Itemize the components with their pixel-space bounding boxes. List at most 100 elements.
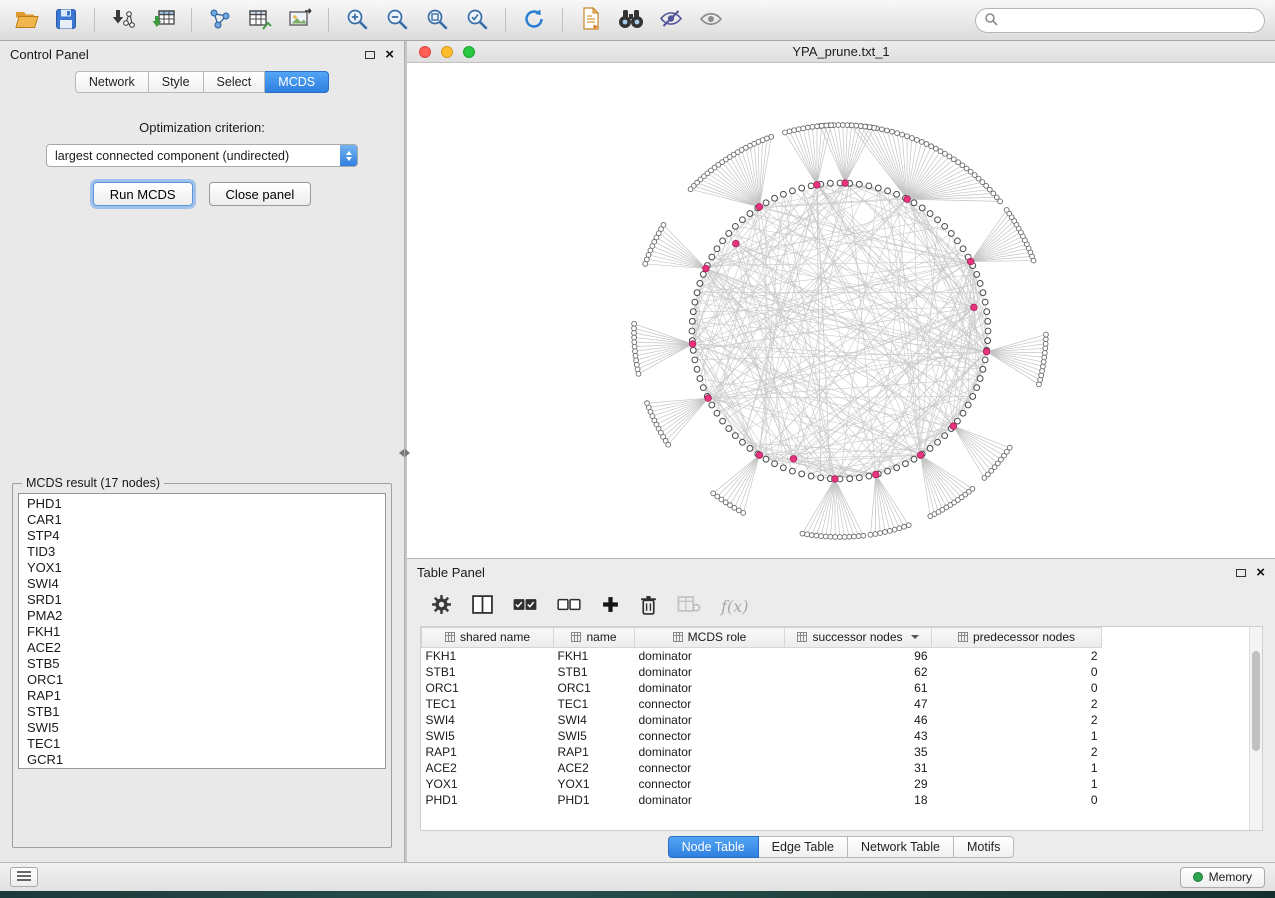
mcds-result-item[interactable]: SRD1 <box>19 592 385 608</box>
mcds-result-item[interactable]: STB1 <box>19 704 385 720</box>
float-icon <box>1236 569 1246 577</box>
tab-style[interactable]: Style <box>149 71 204 93</box>
checked-checkboxes-icon <box>513 598 537 614</box>
table-row[interactable]: ACE2ACE2connector311 <box>422 760 1102 776</box>
mcds-result-item[interactable]: STB5 <box>19 656 385 672</box>
mcds-result-item[interactable]: PHD1 <box>19 496 385 512</box>
delete-table-button-disabled[interactable] <box>677 596 701 616</box>
tab-mcds[interactable]: MCDS <box>265 71 329 93</box>
column-header-shared-name[interactable]: shared name <box>422 628 554 648</box>
tab-motifs[interactable]: Motifs <box>954 836 1014 858</box>
table-row[interactable]: FKH1FKH1dominator962 <box>422 648 1102 664</box>
mcds-result-item[interactable]: SWI5 <box>19 720 385 736</box>
tab-node-table[interactable]: Node Table <box>668 836 759 858</box>
deselect-all-rows-button[interactable] <box>557 598 581 614</box>
import-network-icon <box>111 8 135 33</box>
mcds-result-item[interactable]: YOX1 <box>19 560 385 576</box>
function-builder-button[interactable]: f(x) <box>721 597 748 616</box>
open-session-button[interactable] <box>6 4 46 36</box>
zoom-selected-button[interactable] <box>457 4 497 36</box>
column-header-successor-nodes[interactable]: successor nodes <box>785 628 932 648</box>
memory-button[interactable]: Memory <box>1180 867 1265 888</box>
tab-network[interactable]: Network <box>75 71 149 93</box>
mcds-result-item[interactable]: STP4 <box>19 528 385 544</box>
window-close-button[interactable] <box>419 46 431 58</box>
float-table-panel-button[interactable] <box>1236 569 1246 577</box>
tab-edge-table[interactable]: Edge Table <box>759 836 848 858</box>
column-header-predecessor-nodes[interactable]: predecessor nodes <box>932 628 1102 648</box>
mcds-result-item[interactable]: TEC1 <box>19 736 385 752</box>
import-network-button[interactable] <box>103 4 143 36</box>
mcds-result-item[interactable]: SWI4 <box>19 576 385 592</box>
mcds-result-item[interactable]: ACE2 <box>19 640 385 656</box>
table-scrollbar[interactable] <box>1249 627 1262 830</box>
zoom-fit-icon <box>425 7 449 34</box>
show-columns-button[interactable] <box>472 595 493 617</box>
close-table-panel-button[interactable]: × <box>1256 568 1265 578</box>
desktop-wallpaper-strip <box>0 891 1275 898</box>
panel-splitter[interactable] <box>405 41 407 862</box>
mcds-result-item[interactable]: RAP1 <box>19 688 385 704</box>
mcds-result-item[interactable]: FKH1 <box>19 624 385 640</box>
mcds-result-item[interactable]: CAR1 <box>19 512 385 528</box>
table-row[interactable]: SWI5SWI5connector431 <box>422 728 1102 744</box>
table-row[interactable]: STB1STB1dominator620 <box>422 664 1102 680</box>
right-column: YPA_prune.txt_1 Table Panel × <box>407 41 1275 862</box>
select-all-rows-button[interactable] <box>513 598 537 614</box>
refresh-button[interactable] <box>514 4 554 36</box>
import-table-button[interactable] <box>143 4 183 36</box>
table-row[interactable]: SWI4SWI4dominator462 <box>422 712 1102 728</box>
scrollbar-thumb[interactable] <box>1252 651 1260 751</box>
window-zoom-button[interactable] <box>463 46 475 58</box>
table-toolbar: f(x) <box>407 586 1275 626</box>
zoom-out-button[interactable] <box>377 4 417 36</box>
zoom-in-button[interactable] <box>337 4 377 36</box>
criterion-dropdown[interactable]: largest connected component (undirected) <box>46 144 358 167</box>
column-header-name[interactable]: name <box>554 628 635 648</box>
tab-select[interactable]: Select <box>204 71 266 93</box>
mcds-result-item[interactable]: ORC1 <box>19 672 385 688</box>
mcds-result-item[interactable]: PMA2 <box>19 608 385 624</box>
search-input[interactable] <box>1004 13 1256 27</box>
tab-network-table[interactable]: Network Table <box>848 836 954 858</box>
splitter-collapse-icon[interactable] <box>399 449 410 457</box>
list-icon <box>16 870 32 885</box>
task-history-button[interactable] <box>10 867 38 887</box>
network-table-button[interactable] <box>240 4 280 36</box>
mcds-result-title: MCDS result (17 nodes) <box>22 476 164 490</box>
float-panel-button[interactable] <box>365 51 375 59</box>
table-row[interactable]: PHD1PHD1dominator180 <box>422 792 1102 808</box>
hide-annotations-button[interactable] <box>651 4 691 36</box>
window-minimize-button[interactable] <box>441 46 453 58</box>
network-view[interactable] <box>407 63 1275 558</box>
control-panel-tabs: Network Style Select MCDS <box>0 68 404 102</box>
mcds-result-item[interactable]: GCR1 <box>19 752 385 768</box>
mcds-result-list[interactable]: PHD1CAR1STP4TID3YOX1SWI4SRD1PMA2FKH1ACE2… <box>18 493 386 769</box>
run-mcds-button[interactable]: Run MCDS <box>93 182 193 206</box>
zoom-fit-button[interactable] <box>417 4 457 36</box>
node-table-container: shared name name MCDS role successor nod… <box>420 626 1263 831</box>
mcds-result-item[interactable]: TID3 <box>19 544 385 560</box>
export-image-button[interactable] <box>280 4 320 36</box>
new-network-button[interactable] <box>200 4 240 36</box>
add-column-button[interactable] <box>601 595 620 617</box>
close-panel-button[interactable]: × <box>385 50 394 60</box>
panel-spacer <box>12 206 392 476</box>
table-row[interactable]: ORC1ORC1dominator610 <box>422 680 1102 696</box>
table-settings-button[interactable] <box>431 594 452 618</box>
share-document-button[interactable] <box>571 4 611 36</box>
close-panel-action-button[interactable]: Close panel <box>209 182 312 206</box>
delete-column-button[interactable] <box>640 595 657 618</box>
column-type-icon <box>571 631 581 645</box>
import-table-icon <box>151 8 175 33</box>
search-network-button[interactable] <box>611 4 651 36</box>
save-session-button[interactable] <box>46 4 86 36</box>
table-row[interactable]: YOX1YOX1connector291 <box>422 776 1102 792</box>
table-row[interactable]: RAP1RAP1dominator352 <box>422 744 1102 760</box>
table-row[interactable]: TEC1TEC1connector472 <box>422 696 1102 712</box>
search-box[interactable] <box>975 8 1265 33</box>
show-graphics-button[interactable] <box>691 4 731 36</box>
column-type-icon <box>445 631 455 645</box>
column-header-mcds-role[interactable]: MCDS role <box>635 628 785 648</box>
document-share-icon <box>581 7 601 33</box>
